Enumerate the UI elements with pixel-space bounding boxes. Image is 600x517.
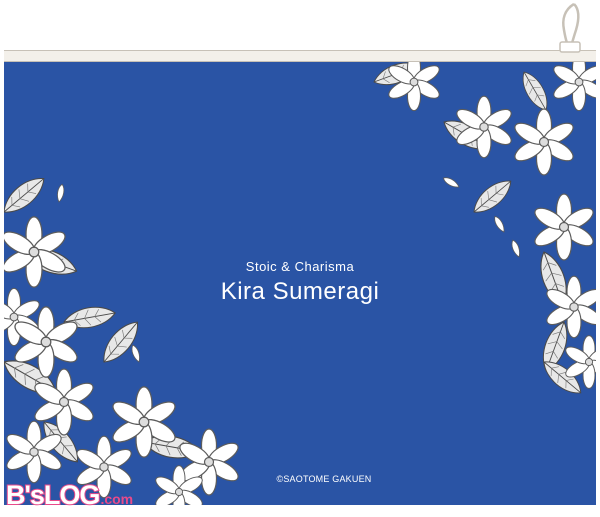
copyright-text: ©SAOTOME GAKUEN [276,474,372,484]
site-watermark: B'sLOG .com [5,479,134,514]
flower-cluster-top-right [370,62,596,401]
product-subtitle: Stoic & Charisma [245,259,355,274]
watermark-domain: .com [100,491,134,507]
watermark-logo: B'sLOG [5,479,101,511]
zipper-strip [0,0,600,62]
flower-cluster-bottom-left [4,170,242,505]
zipper-pull-icon[interactable] [552,2,592,62]
zipper-track [4,50,596,62]
pouch-front: Stoic & Charisma Kira Sumeragi ©SAOTOME … [4,62,596,505]
product-name: Kira Sumeragi [220,278,380,305]
